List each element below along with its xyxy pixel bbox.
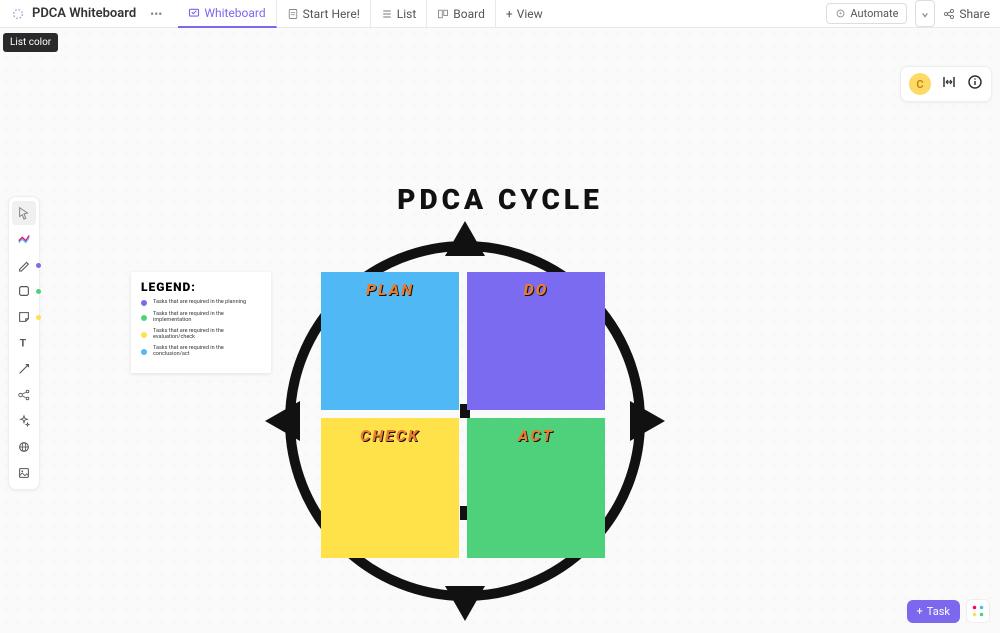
tool-pointer[interactable] bbox=[12, 201, 36, 225]
share-icon bbox=[943, 8, 955, 20]
quad-plan[interactable]: PLAN bbox=[321, 272, 459, 410]
quad-label: ACT bbox=[518, 426, 554, 558]
tool-image[interactable] bbox=[12, 461, 36, 485]
tab-start-here[interactable]: Start Here! bbox=[277, 0, 371, 28]
doc-icon bbox=[287, 8, 299, 20]
header: PDCA Whiteboard ••• Whiteboard Start Her… bbox=[0, 0, 1000, 28]
tool-ai[interactable] bbox=[12, 409, 36, 433]
whiteboard-title[interactable]: PDCA CYCLE bbox=[397, 183, 603, 216]
legend-row: Tasks that are required in the planning bbox=[141, 300, 261, 306]
tab-whiteboard[interactable]: Whiteboard bbox=[178, 0, 276, 28]
tab-list[interactable]: List bbox=[371, 0, 428, 28]
tool-shape[interactable] bbox=[12, 279, 36, 303]
tool-connector[interactable] bbox=[12, 357, 36, 381]
plus-icon: + bbox=[506, 7, 513, 21]
header-right: Automate Share bbox=[826, 0, 990, 27]
tab-label: Start Here! bbox=[303, 7, 360, 21]
task-button[interactable]: + Task bbox=[907, 600, 960, 623]
quad-label: CHECK bbox=[360, 426, 420, 558]
list-icon bbox=[381, 8, 393, 20]
whiteboard-icon bbox=[188, 7, 200, 19]
apps-icon bbox=[971, 604, 985, 618]
plus-icon: + bbox=[917, 605, 923, 618]
tooltip-list-color: List color bbox=[3, 33, 58, 52]
quad-check[interactable]: CHECK bbox=[321, 418, 459, 558]
legend-row: Tasks that are required in the evaluatio… bbox=[141, 329, 261, 340]
automate-button[interactable]: Automate bbox=[826, 3, 907, 24]
legend-text: Tasks that are required in the planning bbox=[153, 300, 246, 306]
automate-label: Automate bbox=[850, 7, 898, 20]
tool-pen[interactable] bbox=[12, 253, 36, 277]
tab-label: Whiteboard bbox=[204, 6, 265, 20]
doc-icon bbox=[10, 6, 26, 22]
doc-title[interactable]: PDCA Whiteboard bbox=[32, 6, 136, 21]
info-icon[interactable] bbox=[967, 74, 983, 94]
tab-board[interactable]: Board bbox=[427, 0, 496, 28]
legend-row: Tasks that are required in the implement… bbox=[141, 312, 261, 323]
tool-text[interactable]: T bbox=[12, 331, 36, 355]
task-label: Task bbox=[927, 605, 950, 618]
tab-label: View bbox=[517, 7, 543, 21]
quad-label: PLAN bbox=[366, 280, 414, 410]
tool-mindmap[interactable] bbox=[12, 383, 36, 407]
automate-icon bbox=[835, 8, 846, 19]
tab-label: List bbox=[397, 7, 417, 21]
tool-sticky[interactable] bbox=[12, 305, 36, 329]
avatar[interactable]: C bbox=[909, 73, 931, 95]
pdca-cycle[interactable]: PLAN DO CHECK ACT bbox=[260, 216, 670, 626]
quad-do[interactable]: DO bbox=[467, 272, 605, 410]
automate-chevron[interactable] bbox=[915, 0, 935, 27]
share-button[interactable]: Share bbox=[943, 7, 990, 21]
tool-web[interactable] bbox=[12, 435, 36, 459]
legend-dot bbox=[141, 315, 147, 321]
legend-row: Tasks that are required in the conclusio… bbox=[141, 346, 261, 357]
share-label: Share bbox=[959, 7, 990, 21]
tool-diagram[interactable] bbox=[12, 227, 36, 251]
float-panel: C bbox=[900, 66, 992, 102]
legend-dot bbox=[141, 349, 147, 355]
bottom-right-buttons: + Task bbox=[907, 599, 990, 623]
apps-button[interactable] bbox=[966, 599, 990, 623]
left-toolbar: T bbox=[8, 196, 40, 490]
legend-text: Tasks that are required in the conclusio… bbox=[153, 346, 261, 357]
tab-bar: Whiteboard Start Here! List Board + View bbox=[178, 0, 552, 28]
tab-label: Board bbox=[453, 7, 485, 21]
legend-dot bbox=[141, 300, 147, 306]
svg-text:T: T bbox=[20, 337, 27, 350]
chevron-down-icon bbox=[921, 11, 929, 19]
quad-label: DO bbox=[524, 280, 549, 410]
legend-dot bbox=[141, 332, 147, 338]
legend-text: Tasks that are required in the evaluatio… bbox=[153, 329, 261, 340]
more-button[interactable]: ••• bbox=[146, 7, 166, 21]
canvas[interactable]: C T PDCA CYCLE P bbox=[0, 28, 1000, 633]
tab-view[interactable]: + View bbox=[496, 0, 553, 28]
quad-act[interactable]: ACT bbox=[467, 418, 605, 558]
legend-text: Tasks that are required in the implement… bbox=[153, 312, 261, 323]
quadrants: PLAN DO CHECK ACT bbox=[321, 272, 605, 558]
fit-icon[interactable] bbox=[941, 74, 957, 94]
legend-card[interactable]: LEGEND: Tasks that are required in the p… bbox=[131, 272, 271, 373]
legend-title: LEGEND: bbox=[141, 280, 261, 294]
board-icon bbox=[437, 8, 449, 20]
